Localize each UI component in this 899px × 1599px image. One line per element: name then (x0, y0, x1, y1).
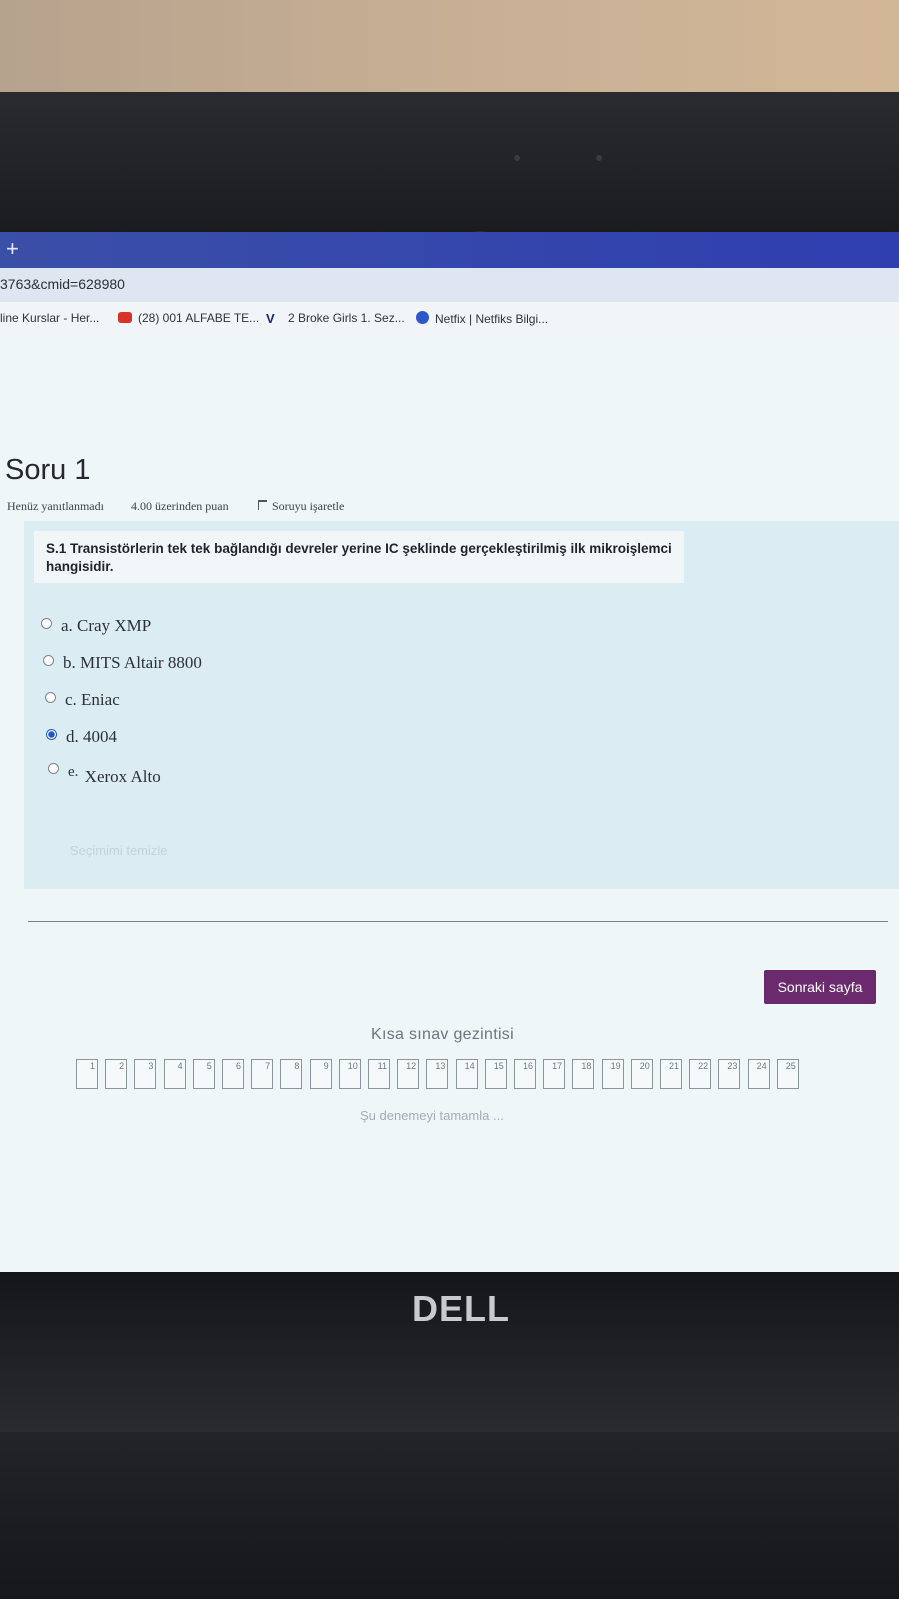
radio-option-c[interactable] (45, 692, 56, 703)
webcam-led (514, 155, 520, 161)
bookmarks-bar: line Kurslar - Her... (28) 001 ALFABE TE… (0, 302, 899, 337)
browser-tab-bar: + (0, 232, 899, 268)
quiz-nav-button-9[interactable]: 9 (309, 1059, 332, 1089)
quiz-nav-button-1[interactable]: 1 (76, 1059, 98, 1089)
question-title: Soru 1 (5, 454, 91, 486)
wall-background (0, 0, 899, 92)
quiz-nav-button-17[interactable]: 17 (543, 1059, 566, 1089)
sensor-dot (596, 155, 602, 161)
new-tab-icon[interactable]: + (6, 236, 19, 262)
quiz-nav-button-18[interactable]: 18 (572, 1059, 595, 1089)
address-bar[interactable]: 3763&cmid=628980 (0, 268, 899, 303)
dell-logo: DELL (412, 1288, 510, 1329)
quiz-nav-button-24[interactable]: 24 (747, 1059, 770, 1089)
flag-icon (258, 500, 267, 510)
answer-status: Henüz yanıtlanmadı (7, 499, 104, 513)
youtube-icon (118, 312, 132, 323)
option-b[interactable]: b. MITS Altair 8800 (43, 653, 202, 673)
bookmark-2-broke-girls[interactable]: V2 Broke Girls 1. Sez... (266, 311, 405, 326)
quiz-nav-button-21[interactable]: 21 (660, 1059, 682, 1089)
option-c[interactable]: c. Eniac (45, 690, 120, 710)
quiz-nav-button-22[interactable]: 22 (689, 1059, 712, 1089)
quiz-nav-button-4[interactable]: 4 (163, 1059, 186, 1089)
quiz-navigation-title: Kısa sınav gezintisi (371, 1026, 514, 1043)
laptop-top-bezel (0, 92, 899, 275)
question-points: 4.00 üzerinden puan (131, 499, 229, 513)
screen: + 3763&cmid=628980 line Kurslar - Her...… (0, 232, 899, 1272)
quiz-nav-button-15[interactable]: 15 (484, 1059, 507, 1089)
option-d[interactable]: d. 4004 (46, 727, 117, 747)
quiz-nav-button-6[interactable]: 6 (222, 1059, 244, 1089)
divider (28, 921, 888, 922)
quiz-nav-button-19[interactable]: 19 (601, 1059, 624, 1089)
radio-option-a[interactable] (41, 618, 52, 629)
bookmark-online-kurslar[interactable]: line Kurslar - Her... (0, 311, 99, 325)
flag-question-link[interactable]: Soruyu işaretle (258, 499, 344, 514)
check-badge-icon (416, 311, 429, 324)
quiz-nav-button-2[interactable]: 2 (105, 1059, 128, 1089)
quiz-nav-button-13[interactable]: 13 (426, 1059, 449, 1089)
radio-option-d-selected[interactable] (46, 729, 57, 740)
finish-attempt-link[interactable]: Şu denemeyi tamamla ... (360, 1108, 504, 1123)
quiz-page: Soru 1 Henüz yanıtlanmadı 4.00 üzerinden… (0, 336, 899, 1272)
option-a[interactable]: a. Cray XMP (41, 616, 151, 636)
quiz-nav-button-7[interactable]: 7 (251, 1059, 274, 1089)
laptop-base (0, 1432, 899, 1599)
quiz-nav-button-23[interactable]: 23 (718, 1059, 741, 1089)
quiz-nav-button-3[interactable]: 3 (134, 1059, 157, 1089)
quiz-nav-button-16[interactable]: 16 (514, 1059, 536, 1089)
quiz-nav-button-20[interactable]: 20 (630, 1059, 653, 1089)
quiz-nav-button-5[interactable]: 5 (192, 1059, 215, 1089)
vimeo-icon: V (266, 311, 275, 326)
question-text-box: S.1 Transistörlerin tek tek bağlandığı d… (34, 531, 684, 583)
next-page-button[interactable]: Sonraki sayfa (764, 970, 876, 1004)
option-e[interactable]: e. Xerox Alto (48, 763, 161, 787)
radio-option-b[interactable] (43, 655, 54, 666)
radio-option-e[interactable] (48, 763, 59, 774)
quiz-nav-button-8[interactable]: 8 (280, 1059, 303, 1089)
quiz-nav-button-14[interactable]: 14 (455, 1059, 478, 1089)
clear-selection-link[interactable]: Seçimimi temizle (70, 843, 168, 858)
question-box: S.1 Transistörlerin tek tek bağlandığı d… (24, 521, 899, 889)
quiz-nav-button-12[interactable]: 12 (397, 1059, 420, 1089)
bookmark-netfix[interactable]: Netfix | Netfiks Bilgi... (416, 311, 548, 326)
bookmark-alfabe[interactable]: (28) 001 ALFABE TE... (118, 311, 259, 325)
question-text: S.1 Transistörlerin tek tek bağlandığı d… (46, 541, 672, 574)
quiz-nav-button-11[interactable]: 11 (368, 1059, 390, 1089)
quiz-nav-button-25[interactable]: 25 (776, 1059, 799, 1089)
url-text[interactable]: 3763&cmid=628980 (0, 276, 125, 292)
quiz-nav-button-10[interactable]: 10 (338, 1059, 361, 1089)
